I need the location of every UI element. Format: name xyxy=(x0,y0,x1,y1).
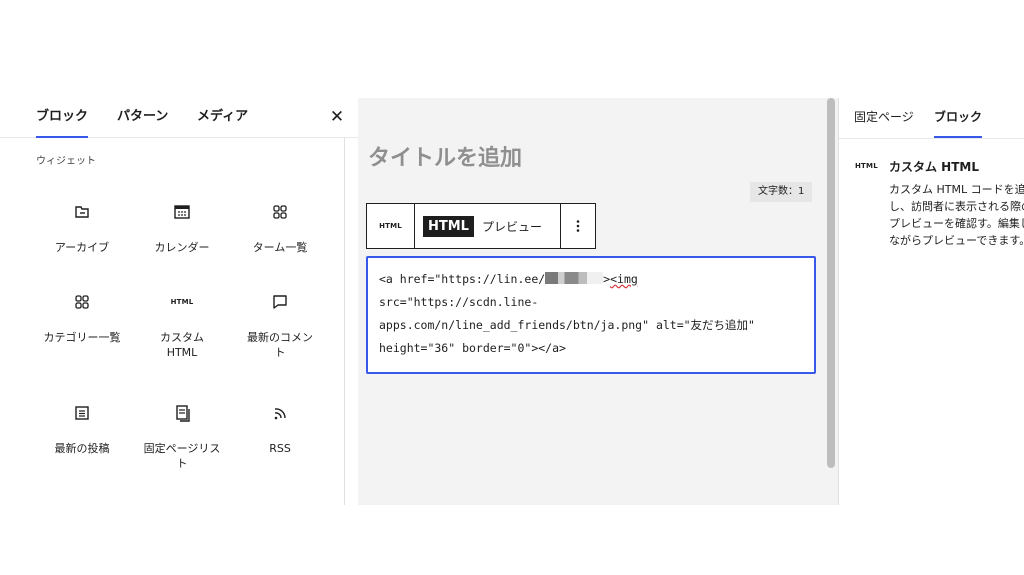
block-inserter-panel: ブロック パターン メディア ✕ ウィジェット アーカイブ カレンダー ターム一… xyxy=(0,98,358,505)
more-vertical-icon xyxy=(576,220,580,232)
block-label: 最新の投稿 xyxy=(54,442,110,455)
settings-sidebar: 固定ページ ブロック HTML カスタム HTML カスタム HTML コードを… xyxy=(838,98,1024,505)
block-label: カテゴリー一覧 xyxy=(43,331,121,344)
block-card-title: カスタム HTML xyxy=(889,160,979,174)
html-icon: HTML xyxy=(136,290,228,314)
code-line-1-tag: <img xyxy=(610,272,638,286)
preview-tab-button[interactable]: プレビュー xyxy=(482,218,542,235)
tab-page[interactable]: 固定ページ xyxy=(854,98,914,138)
inserter-tabs: ブロック パターン メディア ✕ xyxy=(0,98,358,138)
block-label: 最新のコメント xyxy=(247,331,313,359)
block-label: 固定ページリスト xyxy=(143,442,221,470)
post-title-input[interactable]: タイトルを追加 xyxy=(368,140,522,172)
block-type-button[interactable]: HTML xyxy=(367,204,415,248)
rss-icon xyxy=(234,401,326,425)
comment-icon xyxy=(234,290,326,314)
tab-media[interactable]: メディア xyxy=(197,98,248,138)
panel-divider xyxy=(344,138,345,505)
code-line-1-start: <a href="https://lin.ee/ xyxy=(379,272,546,286)
canvas-scrollbar[interactable] xyxy=(827,98,835,468)
block-editor: ブロック パターン メディア ✕ ウィジェット アーカイブ カレンダー ターム一… xyxy=(0,98,1024,505)
tab-block[interactable]: ブロック xyxy=(934,98,983,138)
block-page-list[interactable]: 固定ページリスト xyxy=(136,401,228,471)
block-label: ターム一覧 xyxy=(252,241,308,254)
character-count-badge: 文字数：1 xyxy=(750,182,813,202)
block-archive[interactable]: アーカイブ xyxy=(36,200,128,255)
block-categories[interactable]: カテゴリー一覧 xyxy=(36,290,128,345)
block-label: カレンダー xyxy=(154,241,210,254)
html-glyph: HTML xyxy=(170,298,194,306)
block-toolbar: HTML HTML プレビュー xyxy=(366,203,596,249)
block-label: RSS xyxy=(269,442,291,455)
html-preview-switcher: HTML プレビュー xyxy=(415,204,561,248)
grid-icon xyxy=(36,290,128,314)
code-line-2: src="https://scdn.line- xyxy=(379,295,539,309)
block-label: アーカイブ xyxy=(54,241,110,254)
block-card-description: カスタム HTML コードを追加し、訪問者に表示される際のプレビューを確認す。編… xyxy=(889,183,1024,247)
more-options-button[interactable] xyxy=(561,204,595,248)
block-latest-posts[interactable]: 最新の投稿 xyxy=(36,401,128,456)
html-icon: HTML xyxy=(379,222,402,230)
archive-icon xyxy=(36,200,128,224)
list-icon xyxy=(36,401,128,425)
calendar-icon xyxy=(136,200,228,224)
block-rss[interactable]: RSS xyxy=(234,401,326,456)
block-latest-comments[interactable]: 最新のコメント xyxy=(234,290,326,360)
close-icon[interactable]: ✕ xyxy=(327,106,347,128)
html-icon: HTML xyxy=(855,162,878,170)
code-line-4: height="36" border="0"></a> xyxy=(379,341,566,355)
grid-icon xyxy=(234,200,326,224)
section-title-widgets: ウィジェット xyxy=(36,156,96,167)
pages-icon xyxy=(136,401,228,425)
block-calendar[interactable]: カレンダー xyxy=(136,200,228,255)
redacted-text xyxy=(545,272,604,284)
html-tab-button[interactable]: HTML xyxy=(423,215,474,237)
sidebar-divider xyxy=(839,138,1024,139)
block-label: カスタム HTML xyxy=(160,331,204,359)
block-terms-list[interactable]: ターム一覧 xyxy=(234,200,326,255)
tab-patterns[interactable]: パターン xyxy=(117,98,168,138)
html-code-editor[interactable]: <a href="https://lin.ee/><img src="https… xyxy=(366,256,816,374)
block-custom-html[interactable]: HTML カスタム HTML xyxy=(136,290,228,360)
code-line-3: apps.com/n/line_add_friends/btn/ja.png" … xyxy=(379,318,755,332)
tab-blocks[interactable]: ブロック xyxy=(36,98,89,138)
